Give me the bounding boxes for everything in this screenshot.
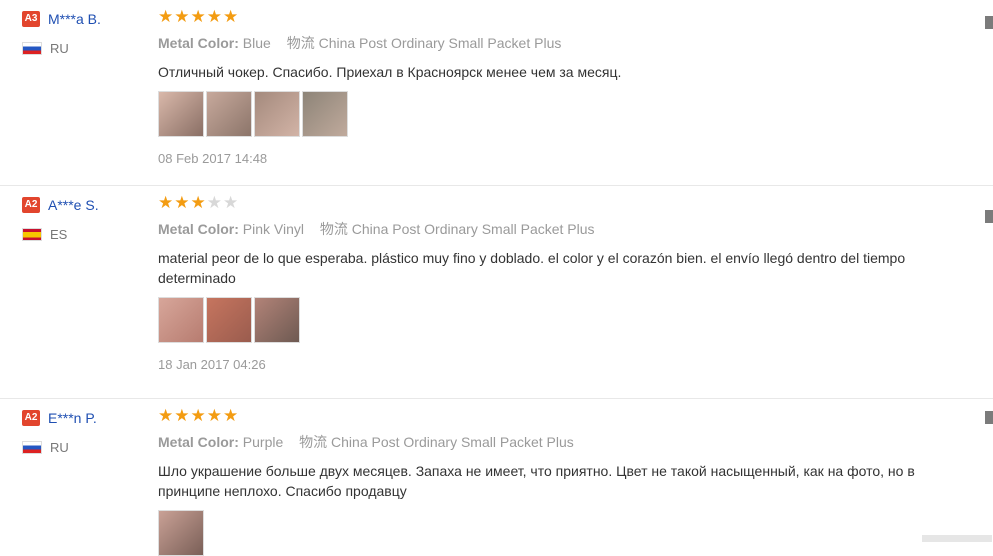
review-item: A3 M***a B. RU ★★★★★ Metal Color: Blue 物流… <box>0 0 993 186</box>
reviewer-info: A2 A***e S. ES <box>22 196 152 242</box>
star-icon: ★ <box>190 193 207 212</box>
metal-color-value: Blue <box>242 35 271 51</box>
order-info: Metal Color: Purple 物流 China Post Ordina… <box>158 432 953 452</box>
metal-color-value: Pink Vinyl <box>242 221 304 237</box>
star-icon: ★ <box>174 7 191 26</box>
metal-color-label: Metal Color: <box>158 434 239 450</box>
reviewer-country: RU <box>22 439 152 455</box>
star-empty-icon: ★ <box>206 193 223 212</box>
review-photo-thumbnail[interactable] <box>158 297 204 343</box>
reviewer-country: ES <box>22 226 152 242</box>
reviewer-name[interactable]: A***e S. <box>48 197 99 213</box>
review-photo-thumbnail[interactable] <box>206 297 252 343</box>
review-photo-thumbnail[interactable] <box>302 91 348 137</box>
review-date: 08 Feb 2017 14:48 <box>158 151 268 166</box>
report-flag-icon[interactable] <box>985 411 993 424</box>
star-icon: ★ <box>206 406 223 425</box>
star-icon: ★ <box>158 193 175 212</box>
review-list: A3 M***a B. RU ★★★★★ Metal Color: Blue 物流… <box>0 0 993 556</box>
review-photo-thumbnail[interactable] <box>206 91 252 137</box>
star-icon: ★ <box>158 7 175 26</box>
review-text: Отличный чокер. Спасибо. Приехал в Красн… <box>158 64 622 80</box>
reviewer-name[interactable]: M***a B. <box>48 11 101 27</box>
review-photo-thumbnail[interactable] <box>254 91 300 137</box>
page-corner-control[interactable] <box>922 535 992 542</box>
order-info: Metal Color: Blue 物流 China Post Ordinary… <box>158 33 953 53</box>
level-badge: A3 <box>22 10 40 27</box>
reviewer-country: RU <box>22 40 152 56</box>
shipping-method: 物流 China Post Ordinary Small Packet Plus <box>299 434 574 450</box>
flag-ru-icon <box>22 441 42 455</box>
review-item: A2 E***n P. RU ★★★★★ Metal Color: Purple … <box>0 399 993 556</box>
level-badge: A2 <box>22 409 40 426</box>
review-content: ★★★★★ Metal Color: Purple 物流 China Post … <box>158 407 953 556</box>
report-flag-icon[interactable] <box>985 210 993 223</box>
review-content: ★★★★★ Metal Color: Blue 物流 China Post Or… <box>158 8 953 166</box>
review-photos <box>158 91 953 137</box>
star-icon: ★ <box>223 7 240 26</box>
country-code: RU <box>50 440 69 456</box>
star-icon: ★ <box>158 406 175 425</box>
review-content: ★★★★★ Metal Color: Pink Vinyl 物流 China P… <box>158 194 953 372</box>
star-icon: ★ <box>190 406 207 425</box>
review-photos <box>158 297 953 343</box>
country-code: RU <box>50 41 69 57</box>
report-flag-icon[interactable] <box>985 16 993 29</box>
star-empty-icon: ★ <box>223 193 240 212</box>
star-icon: ★ <box>206 7 223 26</box>
shipping-method: 物流 China Post Ordinary Small Packet Plus <box>319 221 595 237</box>
star-icon: ★ <box>174 193 191 212</box>
review-text: Шло украшение больше двух месяцев. Запах… <box>158 463 915 499</box>
star-rating: ★★★★★ <box>158 8 953 26</box>
metal-color-value: Purple <box>242 434 284 450</box>
review-text: material peor de lo que esperaba. plásti… <box>158 250 906 286</box>
country-code: ES <box>50 227 68 243</box>
flag-ru-icon <box>22 42 42 56</box>
star-rating: ★★★★★ <box>158 194 953 212</box>
star-rating: ★★★★★ <box>158 407 953 425</box>
reviewer-name[interactable]: E***n P. <box>48 410 97 426</box>
reviewer-info: A3 M***a B. RU <box>22 10 152 56</box>
level-badge: A2 <box>22 196 40 213</box>
metal-color-label: Metal Color: <box>158 35 239 51</box>
reviewer-info: A2 E***n P. RU <box>22 409 152 455</box>
flag-es-icon <box>22 228 42 242</box>
star-icon: ★ <box>174 406 191 425</box>
star-icon: ★ <box>190 7 207 26</box>
review-photo-thumbnail[interactable] <box>158 510 204 556</box>
review-photos <box>158 510 953 556</box>
review-item: A2 A***e S. ES ★★★★★ Metal Color: Pink Vi… <box>0 186 993 399</box>
metal-color-label: Metal Color: <box>158 221 239 237</box>
order-info: Metal Color: Pink Vinyl 物流 China Post Or… <box>158 219 953 239</box>
shipping-method: 物流 China Post Ordinary Small Packet Plus <box>286 35 562 51</box>
review-photo-thumbnail[interactable] <box>158 91 204 137</box>
review-date: 18 Jan 2017 04:26 <box>158 357 266 372</box>
review-photo-thumbnail[interactable] <box>254 297 300 343</box>
star-icon: ★ <box>223 406 240 425</box>
